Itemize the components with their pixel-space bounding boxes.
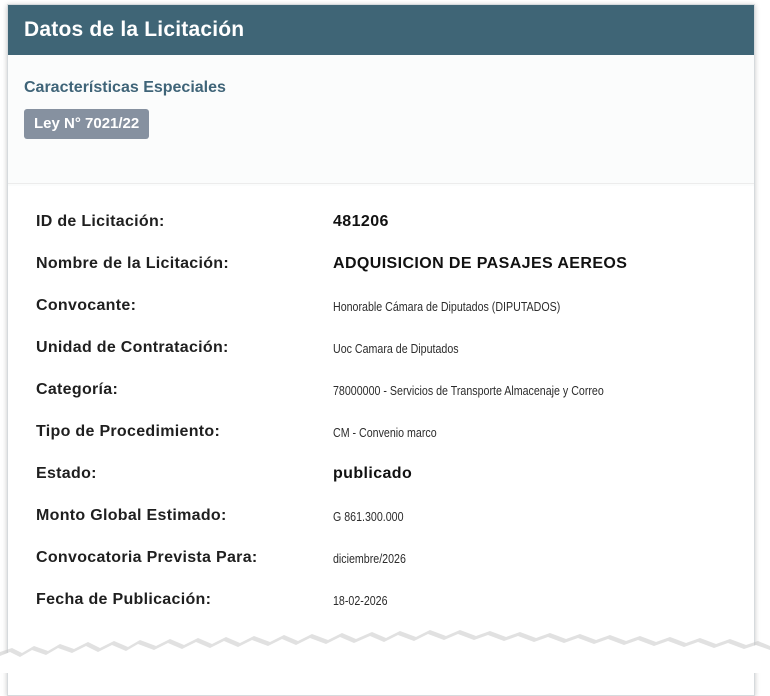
detail-label: Estado: [36,465,97,482]
special-characteristics-title: Características Especiales [24,79,226,96]
detail-label: Monto Global Estimado: [36,507,227,524]
detail-label: Fecha de Publicación: [36,591,212,608]
detail-row-convocatoria: Convocatoria Prevista Para: diciembre/20… [36,541,422,575]
section-divider [8,183,754,184]
detail-label: Convocatoria Prevista Para: [36,549,258,566]
detail-row-tipo: Tipo de Procedimiento: CM - Convenio mar… [36,415,459,449]
detail-value: 18-02-2026 [333,592,388,608]
status-value: publicado [333,465,413,482]
detail-value: diciembre/2026 [333,550,406,566]
detail-value: Uoc Camara de Diputados [333,340,459,356]
details-list: ID de Licitación: 481206 Nombre de la Li… [8,186,754,695]
detail-row-estado: Estado: publicado [36,457,412,491]
detail-value: 78000000 - Servicios de Transporte Almac… [333,382,604,398]
licitacion-card: Datos de la Licitación Características E… [7,4,755,696]
card-header: Datos de la Licitación [8,5,754,55]
detail-label: Nombre de la Licitación: [36,255,230,272]
detail-row-unidad: Unidad de Contratación: Uoc Camara de Di… [36,331,486,365]
special-characteristics: Características Especiales Ley N° 7021/2… [24,79,226,139]
detail-label: Unidad de Contratación: [36,339,229,356]
detail-row-fecha: Fecha de Publicación: 18-02-2026 [36,583,400,617]
card-title: Datos de la Licitación [24,18,245,41]
detail-value: Honorable Cámara de Diputados (DIPUTADOS… [333,298,561,314]
law-badge: Ley N° 7021/22 [24,109,150,139]
detail-value: CM - Convenio marco [333,424,437,440]
detail-row-convocante: Convocante: Honorable Cámara de Diputado… [36,289,610,323]
detail-label: Tipo de Procedimiento: [36,423,221,440]
detail-value: 481206 [333,213,389,230]
detail-row-categoria: Categoría: 78000000 - Servicios de Trans… [36,373,663,407]
detail-value: ADQUISICION DE PASAJES AEREOS [333,255,628,272]
detail-row-nombre: Nombre de la Licitación: ADQUISICION DE … [36,247,627,281]
torn-paper-edge [0,630,770,673]
detail-row-monto: Monto Global Estimado: G 861.300.000 [36,499,419,533]
detail-row-id: ID de Licitación: 481206 [36,205,389,239]
detail-label: ID de Licitación: [36,213,165,230]
detail-label: Categoría: [36,381,119,398]
detail-label: Convocante: [36,297,137,314]
detail-value: G 861.300.000 [333,508,404,524]
